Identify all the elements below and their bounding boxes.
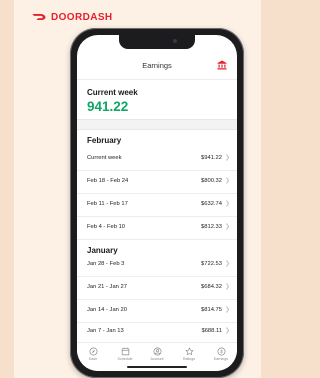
week-label: Jan 14 - Jan 20 <box>87 307 127 313</box>
app-screen: Earnings Current week 941.22 February Cu… <box>77 35 237 371</box>
camera-dot <box>173 39 177 43</box>
tab-earnings[interactable]: $ Earnings <box>206 347 236 361</box>
week-label: Jan 7 - Jan 13 <box>87 328 124 334</box>
tab-label: Dash <box>88 357 98 361</box>
ad-frame: DOORDASH Earnings Current week 941.22 Fe… <box>14 0 261 378</box>
calendar-icon <box>121 347 129 356</box>
earnings-row[interactable]: Jan 14 - Jan 20 $814.75 ❯ <box>77 300 237 323</box>
tab-schedule[interactable]: Schedule <box>110 347 140 361</box>
current-week-amount: 941.22 <box>87 99 129 114</box>
earnings-row[interactable]: Feb 18 - Feb 24 $800.32 ❯ <box>77 171 237 194</box>
week-amount: $688.11 <box>201 328 222 334</box>
week-label: Feb 18 - Feb 24 <box>87 178 129 184</box>
week-label: Feb 11 - Feb 17 <box>87 201 128 207</box>
chevron-right-icon: ❯ <box>224 284 230 290</box>
compass-icon <box>89 347 97 356</box>
earnings-row[interactable]: Current week $941.22 ❯ <box>77 148 237 171</box>
svg-text:$: $ <box>220 349 223 354</box>
tab-label: Account <box>150 357 164 361</box>
brand-name: DOORDASH <box>51 11 113 23</box>
chevron-right-icon: ❯ <box>224 224 230 230</box>
month-header-february: February <box>87 136 122 145</box>
dollar-icon: $ <box>217 347 225 356</box>
tab-label: Earnings <box>213 357 229 361</box>
week-amount: $814.75 <box>201 307 222 313</box>
week-amount: $722.53 <box>201 261 222 267</box>
doordash-logo-icon <box>32 14 46 20</box>
page-title: Earnings <box>142 61 172 70</box>
week-amount: $632.74 <box>201 201 222 207</box>
earnings-row[interactable]: Feb 11 - Feb 17 $632.74 ❯ <box>77 194 237 217</box>
earnings-row[interactable]: Feb 4 - Feb 10 $812.33 ❯ <box>77 217 237 240</box>
tab-dash[interactable]: Dash <box>78 347 108 361</box>
current-week-label: Current week <box>87 88 138 97</box>
earnings-row[interactable]: Jan 7 - Jan 13 $688.11 ❯ <box>77 321 237 343</box>
week-label: Feb 4 - Feb 10 <box>87 224 126 230</box>
chevron-right-icon: ❯ <box>224 261 230 267</box>
chevron-right-icon: ❯ <box>224 328 230 334</box>
earnings-row[interactable]: Jan 28 - Feb 3 $722.53 ❯ <box>77 254 237 277</box>
week-amount: $684.32 <box>201 284 222 290</box>
week-label: Jan 28 - Feb 3 <box>87 261 125 267</box>
app-header: Earnings <box>77 55 237 80</box>
tab-ratings[interactable]: Ratings <box>174 347 204 361</box>
bank-icon[interactable] <box>217 60 227 70</box>
chevron-right-icon: ❯ <box>224 201 230 207</box>
week-label: Current week <box>87 155 122 161</box>
phone-device: Earnings Current week 941.22 February Cu… <box>70 28 244 378</box>
tab-label: Schedule <box>117 357 133 361</box>
week-amount: $941.22 <box>201 155 222 161</box>
star-icon <box>185 347 193 356</box>
tab-account[interactable]: Account <box>142 347 172 361</box>
account-icon <box>153 347 161 356</box>
tab-label: Ratings <box>182 357 196 361</box>
chevron-right-icon: ❯ <box>224 155 230 161</box>
earnings-row[interactable]: Jan 21 - Jan 27 $684.32 ❯ <box>77 277 237 300</box>
week-amount: $800.32 <box>201 178 222 184</box>
week-label: Jan 21 - Jan 27 <box>87 284 127 290</box>
section-divider <box>77 119 237 130</box>
chevron-right-icon: ❯ <box>224 307 230 313</box>
phone-notch <box>119 35 195 49</box>
doordash-logo: DOORDASH <box>32 10 113 24</box>
week-amount: $812.33 <box>201 224 222 230</box>
home-indicator <box>127 366 187 368</box>
chevron-right-icon: ❯ <box>224 178 230 184</box>
